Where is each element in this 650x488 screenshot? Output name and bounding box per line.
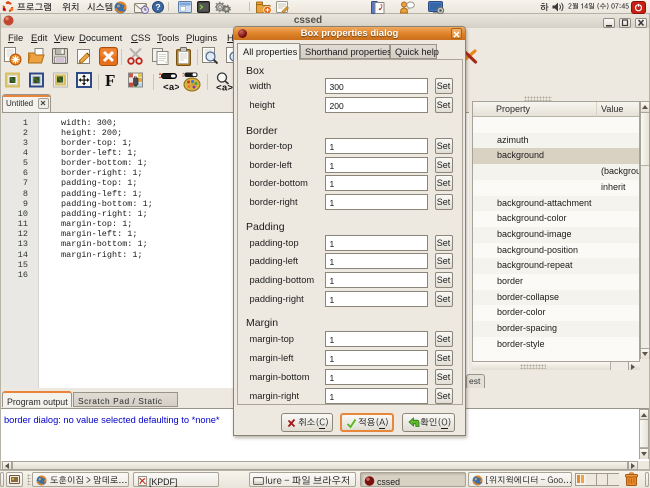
- svg-text:<a>: <a>: [216, 83, 233, 93]
- svg-text:?: ?: [155, 2, 160, 12]
- svg-text:<a>: <a>: [163, 82, 179, 92]
